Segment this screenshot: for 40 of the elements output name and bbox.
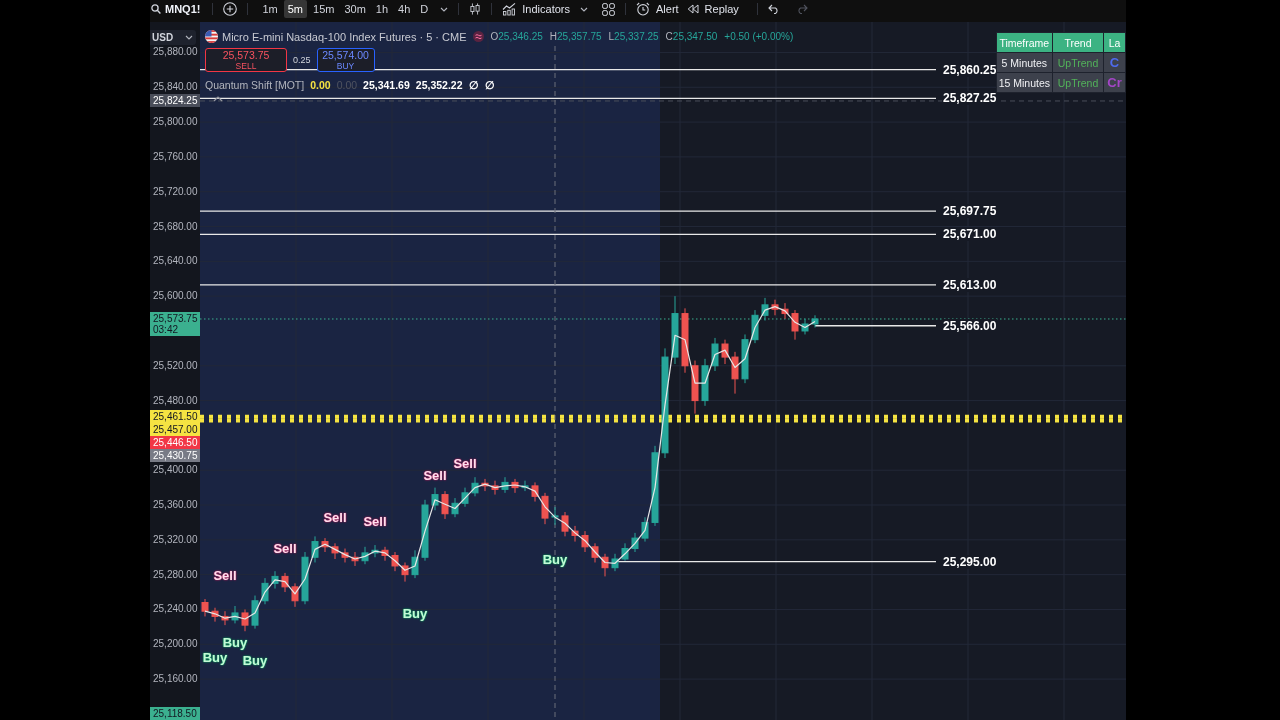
price-level-label: 25,613.00 xyxy=(942,277,998,292)
price-axis-label: 25,640.00 xyxy=(153,255,198,268)
table-header-cell: Timeframe xyxy=(996,32,1053,53)
price-badge: 25,118.50 xyxy=(150,707,200,720)
price-axis-label: 25,200.00 xyxy=(153,638,198,651)
price-badge: 25,824.25 xyxy=(150,94,200,108)
price-level-label: 25,860.25 xyxy=(942,62,998,77)
price-level-label: 25,697.75 xyxy=(942,204,998,219)
price-axis-label: 25,680.00 xyxy=(153,220,198,233)
price-axis-label: 25,720.00 xyxy=(153,185,198,198)
colored-value: C xyxy=(1109,56,1120,69)
price-badge: 25,430.75 xyxy=(150,449,200,463)
price-axis-label: 25,480.00 xyxy=(153,394,198,407)
table-header-cell: Trend xyxy=(1052,32,1104,53)
price-axis-label: 25,280.00 xyxy=(153,568,198,581)
price-level-label: 25,295.00 xyxy=(942,554,998,569)
price-axis-label: 25,400.00 xyxy=(153,464,198,477)
price-badge: 25,573.75 03:42 xyxy=(150,312,200,337)
price-level-label: 25,827.25 xyxy=(942,91,998,106)
table-header-cell: La xyxy=(1103,32,1126,53)
price-level-label: 25,566.00 xyxy=(942,318,998,333)
price-axis-label: 25,240.00 xyxy=(153,603,198,616)
price-axis-label: 25,160.00 xyxy=(153,673,198,686)
price-axis-label: 25,840.00 xyxy=(153,81,198,94)
price-level-label: 25,671.00 xyxy=(942,227,998,242)
table-cell: 5 Minutes xyxy=(996,52,1053,73)
price-axis-label: 25,800.00 xyxy=(153,116,198,129)
price-change: +0.50 (+0.00%) xyxy=(724,31,794,42)
price-axis-label: 25,880.00 xyxy=(153,46,198,59)
colored-value: Cr xyxy=(1107,76,1122,89)
price-axis-label: 25,760.00 xyxy=(153,150,198,163)
price-badge: 25,461.50 xyxy=(150,410,200,424)
ohlc-value: C25,347.50 xyxy=(665,31,718,42)
price-badge: 25,457.00 xyxy=(150,423,200,437)
price-axis-label: 25,520.00 xyxy=(153,359,198,372)
table-cell: 15 Minutes xyxy=(996,72,1053,93)
price-axis-label: 25,360.00 xyxy=(153,499,198,511)
price-badge: 25,446.50 xyxy=(150,436,200,450)
price-axis-label: 25,600.00 xyxy=(153,290,198,303)
price-axis-label: 25,320.00 xyxy=(153,533,198,546)
